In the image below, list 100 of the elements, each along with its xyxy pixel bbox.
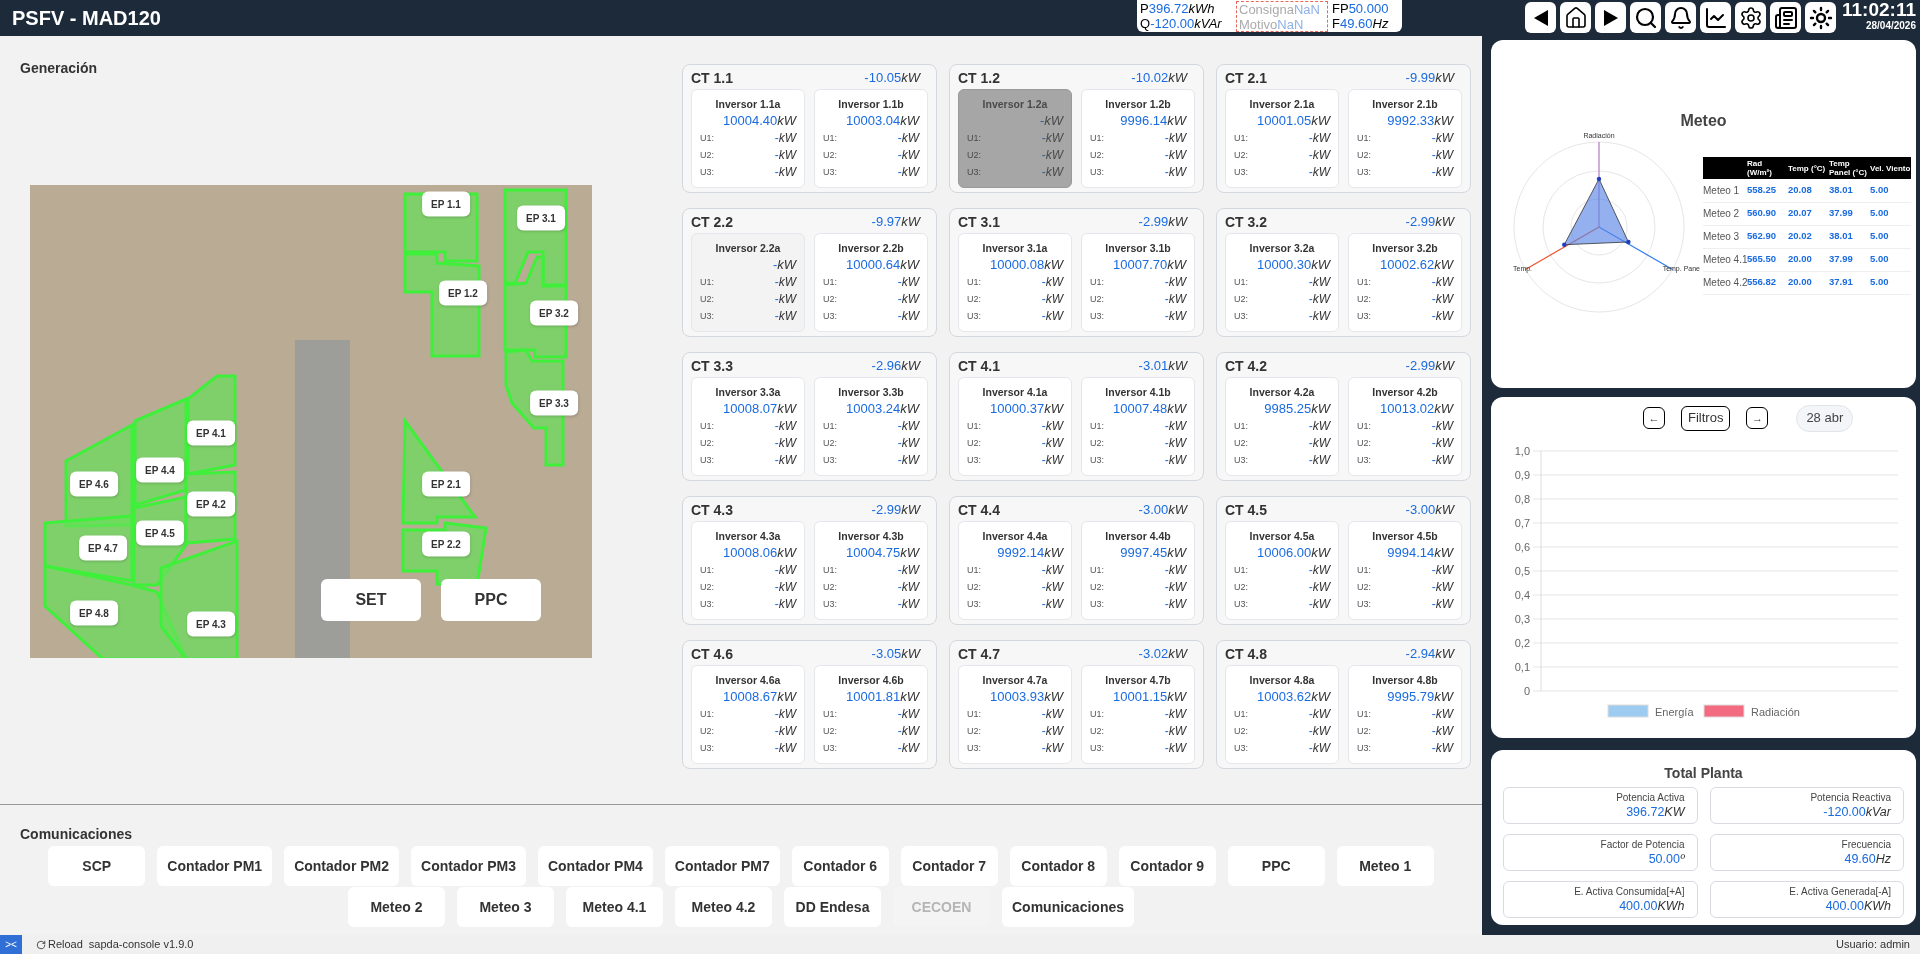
zone-label[interactable]: EP 2.2 <box>422 531 470 557</box>
unit-label: U2: <box>1357 149 1371 162</box>
unit-label: U2: <box>700 725 714 738</box>
zone-label[interactable]: EP 4.8 <box>70 600 118 626</box>
device-button[interactable]: Contador PM3 <box>411 846 526 886</box>
unit-label: U1: <box>1234 564 1248 577</box>
reports-button[interactable] <box>1770 2 1802 33</box>
zone-label[interactable]: EP 2.1 <box>422 471 470 497</box>
unit-power: -kW <box>1164 291 1186 308</box>
column-header: Rad (W/m²) <box>1747 157 1788 179</box>
unit-label: U1: <box>700 276 714 289</box>
unit-power: -kW <box>774 164 796 181</box>
device-button[interactable]: Meteo 2 <box>348 887 445 927</box>
sidebar-toggle-button[interactable]: >< <box>0 935 22 954</box>
device-button[interactable]: Meteo 4.1 <box>566 887 663 927</box>
map-button[interactable]: SET <box>321 579 421 621</box>
unit-label: U3: <box>967 454 981 467</box>
zone-label[interactable]: EP 4.7 <box>79 535 127 561</box>
unit-label: U2: <box>1357 581 1371 594</box>
unit-label: U3: <box>1090 598 1104 611</box>
device-button[interactable]: Contador PM7 <box>664 846 780 886</box>
zone-label[interactable]: EP 4.6 <box>70 471 118 497</box>
next-day-button[interactable]: → <box>1746 407 1769 429</box>
zone-label[interactable]: EP 4.4 <box>136 457 184 483</box>
ct-title: CT 4.3 <box>691 500 733 520</box>
unit-power: -kW <box>1041 740 1063 757</box>
app-title: PSFV - MAD120 <box>11 6 162 30</box>
filters-button[interactable]: Filtros <box>1681 405 1731 431</box>
unit-power: -kW <box>1164 147 1186 164</box>
device-button[interactable]: DD Endesa <box>784 887 881 927</box>
device-button[interactable]: Contador PM4 <box>537 846 653 886</box>
reload-button[interactable]: Reload <box>36 936 83 953</box>
summary-reading: Q-120.00kVAr <box>1140 16 1223 31</box>
unit-power: -kW <box>1164 308 1186 325</box>
trends-button[interactable] <box>1700 2 1732 33</box>
unit-power: -kW <box>1164 130 1186 147</box>
unit-power: -kW <box>774 130 796 147</box>
device-button[interactable]: Contador 9 <box>1118 846 1216 886</box>
unit-power: -kW <box>1431 418 1453 435</box>
settings-button[interactable] <box>1735 2 1767 33</box>
device-button[interactable]: Contador 6 <box>791 846 889 886</box>
unit-label: U2: <box>967 437 981 450</box>
device-button[interactable]: Contador 8 <box>1009 846 1107 886</box>
unit-power: -kW <box>897 452 919 469</box>
unit-power: -kW <box>1164 418 1186 435</box>
inverter-name: Inversor 3.2a <box>1248 241 1316 256</box>
inverter-power: 10000.08kW <box>990 256 1063 274</box>
unit-label: U3: <box>967 166 981 179</box>
unit-label: U3: <box>700 454 714 467</box>
back-button[interactable] <box>1525 2 1557 33</box>
map-button[interactable]: PPC <box>441 579 541 621</box>
device-button[interactable]: Meteo 3 <box>457 887 554 927</box>
zone-label[interactable]: EP 4.2 <box>187 491 235 517</box>
zone-label[interactable]: EP 3.3 <box>530 390 578 416</box>
table-cell: 37.99 <box>1829 248 1870 271</box>
unit-label: U1: <box>700 132 714 145</box>
unit-label: U3: <box>1090 310 1104 323</box>
device-button[interactable]: Contador 7 <box>900 846 998 886</box>
unit-label: U1: <box>1090 564 1104 577</box>
unit-label: U3: <box>700 310 714 323</box>
unit-label: U1: <box>1234 276 1248 289</box>
unit-power: -kW <box>1164 596 1186 613</box>
inverter-name: Inversor 2.2b <box>837 241 905 256</box>
ct-title: CT 4.7 <box>958 644 1000 664</box>
zone-label[interactable]: EP 3.1 <box>517 205 565 231</box>
zone-label[interactable]: EP 1.1 <box>422 191 470 217</box>
device-button[interactable]: Meteo 1 <box>1336 846 1434 886</box>
unit-label: U1: <box>1357 420 1371 433</box>
inverter-name: Inversor 1.1b <box>837 97 905 112</box>
previous-day-button[interactable]: ← <box>1643 407 1665 429</box>
device-button[interactable]: Comunicaciones <box>1002 887 1134 927</box>
inverter-name: Inversor 4.5a <box>1248 529 1316 544</box>
ct-title: CT 3.3 <box>691 356 733 376</box>
device-button[interactable]: Meteo 4.2 <box>675 887 772 927</box>
search-button[interactable] <box>1630 2 1662 33</box>
unit-label: U3: <box>823 598 837 611</box>
home-button[interactable] <box>1560 2 1592 33</box>
zone-label[interactable]: EP 1.2 <box>439 280 487 306</box>
forward-button[interactable] <box>1595 2 1627 33</box>
zone-label[interactable]: EP 4.1 <box>187 420 235 446</box>
device-button[interactable]: Contador PM2 <box>284 846 400 886</box>
inverter-power: 9996.14kW <box>1120 112 1186 130</box>
unit-power: -kW <box>897 291 919 308</box>
zone-label[interactable]: EP 4.5 <box>136 520 184 546</box>
unit-power: -kW <box>1041 130 1063 147</box>
zone-label[interactable]: EP 3.2 <box>530 300 578 326</box>
summary-reading: F49.60Hz <box>1332 16 1390 31</box>
alarms-button[interactable] <box>1665 2 1697 33</box>
theme-button[interactable] <box>1805 2 1837 33</box>
unit-label: U3: <box>1090 742 1104 755</box>
device-button[interactable]: Contador PM1 <box>157 846 273 886</box>
device-button[interactable]: PPC <box>1227 846 1325 886</box>
zone-label[interactable]: EP 4.3 <box>187 611 235 637</box>
column-header: Temp (°C) <box>1788 157 1829 179</box>
unit-power: -kW <box>1041 723 1063 740</box>
unit-label: U2: <box>1234 725 1248 738</box>
ct-power: -10.05kW <box>864 69 920 88</box>
unit-power: -kW <box>1308 130 1330 147</box>
unit-power: -kW <box>1308 740 1330 757</box>
device-button[interactable]: SCP <box>48 846 146 886</box>
